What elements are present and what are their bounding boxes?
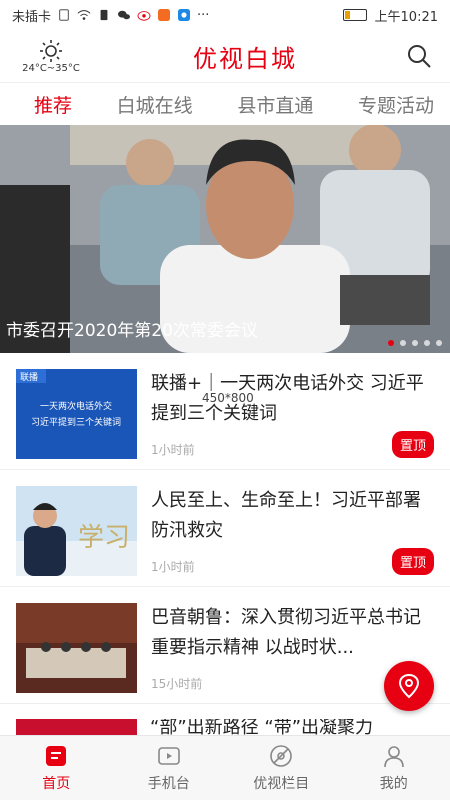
news-time: 1小时前 [151, 443, 195, 457]
size-watermark: 450*800 [202, 391, 254, 405]
wifi-icon [77, 10, 91, 20]
status-left: 未插卡 ··· [12, 6, 209, 25]
carousel-dot[interactable] [436, 340, 442, 346]
carousel-dots [388, 340, 442, 346]
thumb-calligraphy: 学习 [78, 523, 130, 553]
news-time: 1小时前 [151, 560, 195, 574]
tab-special-events[interactable]: 专题活动 [358, 91, 434, 118]
news-thumbnail: 学习 [16, 486, 137, 576]
bottom-navigation: 首页 手机台 优视栏目 我的 [0, 735, 450, 800]
carrier-text: 未插卡 [12, 9, 52, 25]
home-icon [46, 746, 67, 766]
weibo-icon [137, 11, 151, 21]
nav-label: 手机台 [147, 776, 190, 792]
wechat-icon [118, 10, 131, 20]
battery-icon [342, 9, 367, 21]
app-icon-blue [178, 9, 191, 21]
category-tabs: 推荐 白城在线 县市直通 专题活动 [0, 83, 450, 125]
thumb-line-2: 习近平提到三个关键词 [31, 416, 121, 428]
nav-label: 首页 [42, 776, 71, 792]
app-header: 24°C~35°C 优视白城 [0, 30, 450, 83]
news-item[interactable]: 联播 一天两次电话外交 习近平提到三个关键词 联播+｜一天两次电话外交 习近平提… [0, 353, 450, 470]
news-time: 15小时前 [151, 677, 203, 691]
banner-caption: 市委召开2020年第20次常委会议 [6, 321, 258, 341]
news-list: 联播 一天两次电话外交 习近平提到三个关键词 联播+｜一天两次电话外交 习近平提… [0, 353, 450, 704]
tv-icon [157, 747, 180, 765]
app-title: 优视白城 [193, 44, 297, 73]
news-body: 联播+｜一天两次电话外交 习近平提到三个关键词 1小时前 置顶 [151, 369, 434, 459]
thumb-line-1: 一天两次电话外交 [40, 400, 112, 412]
news-thumbnail: 联播 一天两次电话外交 习近平提到三个关键词 [16, 369, 137, 459]
search-button[interactable] [404, 41, 434, 71]
tab-county-direct[interactable]: 县市直通 [237, 91, 313, 118]
user-icon [383, 746, 404, 768]
news-body: 人民至上、生命至上！习近平部署防汛救灾 1小时前 置顶 [151, 486, 434, 576]
alert-icon [100, 9, 108, 21]
news-title: 巴音朝鲁：深入贯彻习近平总书记重要指示精神 以战时状... [151, 607, 421, 658]
nav-home[interactable]: 首页 [6, 743, 106, 793]
news-thumbnail [16, 603, 137, 693]
nav-label: 优视栏目 [253, 776, 310, 792]
banner-carousel[interactable]: 市委召开2020年第20次常委会议 [0, 125, 450, 353]
status-right: 上午10:21 [342, 6, 438, 25]
pinned-badge: 置顶 [391, 431, 434, 458]
carousel-dot[interactable] [400, 340, 406, 346]
clock: 上午10:21 [374, 9, 438, 25]
carousel-dot[interactable] [412, 340, 418, 346]
app-icon-orange [158, 9, 171, 21]
status-bar: 未插卡 ··· 上午10:21 [0, 0, 450, 30]
news-item[interactable]: 学习 人民至上、生命至上！习近平部署防汛救灾 1小时前 置顶 [0, 470, 450, 587]
sun-icon [40, 39, 62, 62]
carousel-dot[interactable] [424, 340, 430, 346]
column-icon [270, 745, 293, 767]
thumb-logo: 联播 [20, 371, 38, 383]
tab-recommend[interactable]: 推荐 [34, 91, 72, 118]
location-button[interactable] [384, 661, 434, 711]
sim-icon [59, 9, 69, 21]
news-title: 人民至上、生命至上！习近平部署防汛救灾 [151, 490, 421, 541]
nav-columns[interactable]: 优视栏目 [231, 743, 331, 793]
location-pin-icon [398, 673, 420, 699]
tab-baicheng-online[interactable]: 白城在线 [117, 91, 193, 118]
weather-widget[interactable]: 24°C~35°C [16, 39, 86, 74]
pinned-badge: 置顶 [391, 548, 434, 575]
search-icon [408, 45, 431, 68]
carousel-dot[interactable] [388, 340, 394, 346]
weather-temp: 24°C~35°C [22, 62, 80, 74]
nav-label: 我的 [379, 776, 408, 792]
nav-mobile-tv[interactable]: 手机台 [119, 743, 219, 793]
more-icon: ··· [197, 7, 210, 23]
news-item[interactable]: 巴音朝鲁：深入贯彻习近平总书记重要指示精神 以战时状... 15小时前 [0, 587, 450, 704]
news-title: 联播+｜一天两次电话外交 习近平提到三个关键词 [151, 373, 424, 424]
nav-mine[interactable]: 我的 [344, 743, 444, 793]
